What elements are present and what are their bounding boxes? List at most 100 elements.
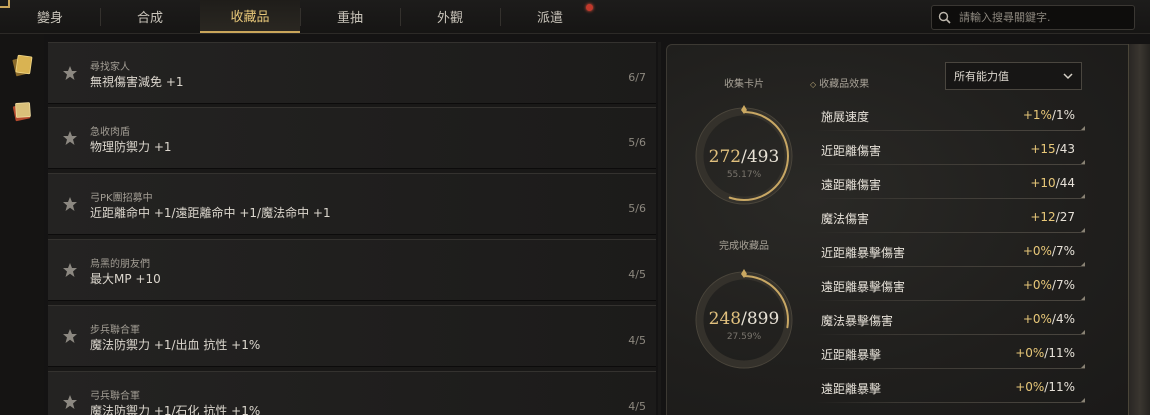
stat-value: +12/27 xyxy=(1030,210,1075,224)
collection-row[interactable]: 急收肉盾 物理防禦力 +1 5/6 xyxy=(48,107,656,169)
chevron-down-icon xyxy=(1063,72,1073,79)
collection-effect: 最大MP +10 xyxy=(90,272,161,286)
stat-label: 近距離暴擊傷害 xyxy=(821,246,906,260)
stat-row: 近距離暴擊傷害 +0%/7% xyxy=(815,237,1085,267)
stat-value: +1%/1% xyxy=(1022,108,1075,122)
collection-row[interactable]: 弓PK團招募中 近距離命中 +1/遠距離命中 +1/魔法命中 +1 5/6 xyxy=(48,173,656,235)
row-divider xyxy=(815,164,1085,165)
collection-name: 急收肉盾 xyxy=(90,127,130,138)
collection-row[interactable]: 烏黑的朋友們 最大MP +10 4/5 xyxy=(48,239,656,301)
corner-mark xyxy=(1081,160,1085,164)
collection-name: 弓兵聯合軍 xyxy=(90,391,140,402)
collection-name: 弓PK團招募中 xyxy=(90,193,153,204)
row-divider xyxy=(815,198,1085,199)
collection-effect: 無視傷害減免 +1 xyxy=(90,75,184,89)
collection-progress: 4/5 xyxy=(628,268,646,281)
search-icon xyxy=(938,11,951,24)
cards-percent: 55.17% xyxy=(726,170,762,180)
corner-mark xyxy=(1081,228,1085,232)
notification-dot xyxy=(586,4,593,11)
collection-effect: 魔法防禦力 +1/出血 抗性 +1% xyxy=(90,338,261,352)
stat-label: 近距離傷害 xyxy=(821,144,882,158)
tab-collection[interactable]: 收藏品 xyxy=(200,0,300,33)
collection-progress: 5/6 xyxy=(628,202,646,215)
collection-name: 尋找家人 xyxy=(90,62,130,73)
row-divider xyxy=(815,266,1085,267)
favorite-star-icon[interactable] xyxy=(62,196,78,212)
corner-mark xyxy=(1081,330,1085,334)
stat-row: 施展速度 +1%/1% xyxy=(815,101,1085,131)
stat-label: 遠距離傷害 xyxy=(821,178,882,192)
collection-progress: 5/6 xyxy=(628,136,646,149)
stat-value: +0%/7% xyxy=(1022,244,1075,258)
cards-label: 收集卡片 xyxy=(724,79,764,90)
collection-row[interactable]: 弓兵聯合軍 魔法防禦力 +1/石化 抗性 +1% 4/5 xyxy=(48,371,656,415)
collection-row[interactable]: 步兵聯合軍 魔法防禦力 +1/出血 抗性 +1% 4/5 xyxy=(48,305,656,367)
list-scrollbar[interactable] xyxy=(658,42,661,415)
stat-value: +0%/7% xyxy=(1022,278,1075,292)
corner-mark xyxy=(1081,398,1085,402)
search-input[interactable] xyxy=(957,10,1131,25)
favorite-star-icon[interactable] xyxy=(62,394,78,410)
favorite-star-icon[interactable] xyxy=(62,65,78,81)
stat-filter-dropdown[interactable]: 所有能力值 xyxy=(945,62,1082,90)
tab-reroll[interactable]: 重抽 xyxy=(300,0,400,33)
corner-mark xyxy=(1081,262,1085,266)
stat-row: 魔法暴擊傷害 +0%/4% xyxy=(815,305,1085,335)
collection-name: 步兵聯合軍 xyxy=(90,325,140,336)
stat-value: +10/44 xyxy=(1030,176,1075,190)
row-divider xyxy=(815,232,1085,233)
collection-effect: 近距離命中 +1/遠距離命中 +1/魔法命中 +1 xyxy=(90,206,331,220)
stat-row: 近距離暴擊 +0%/11% xyxy=(815,339,1085,369)
collection-row[interactable]: 尋找家人 無視傷害減免 +1 6/7 xyxy=(48,42,656,104)
search-box[interactable] xyxy=(931,5,1135,30)
tab-synthesis[interactable]: 合成 xyxy=(100,0,200,33)
favorite-star-icon[interactable] xyxy=(62,328,78,344)
stat-label: 魔法暴擊傷害 xyxy=(821,314,894,328)
collection-name: 烏黑的朋友們 xyxy=(90,259,150,270)
row-divider xyxy=(815,334,1085,335)
completed-label: 完成收藏品 xyxy=(719,241,769,252)
book-icon[interactable] xyxy=(9,98,35,124)
stat-value: +0%/11% xyxy=(1015,346,1075,360)
corner-mark xyxy=(1081,296,1085,300)
completed-percent: 27.59% xyxy=(726,332,762,342)
stat-value: +0%/11% xyxy=(1015,380,1075,394)
tab-transform[interactable]: 變身 xyxy=(0,0,100,33)
completed-count: 248/899 xyxy=(708,309,780,329)
stat-label: 近距離暴擊 xyxy=(821,348,882,362)
favorite-star-icon[interactable] xyxy=(62,262,78,278)
stat-label: 魔法傷害 xyxy=(821,212,870,226)
dropdown-selected-value: 所有能力值 xyxy=(954,70,1009,83)
diamond-icon: ◇ xyxy=(810,80,817,89)
tab-appearance[interactable]: 外觀 xyxy=(400,0,500,33)
collection-progress: 6/7 xyxy=(628,71,646,84)
corner-mark xyxy=(1081,194,1085,198)
row-divider xyxy=(815,300,1085,301)
stat-row: 遠距離暴擊 +0%/11% xyxy=(815,373,1085,403)
effects-title: ◇ 收藏品效果 xyxy=(810,79,870,90)
row-divider xyxy=(815,368,1085,369)
collection-progress: 4/5 xyxy=(628,334,646,347)
stat-value: +0%/4% xyxy=(1022,312,1075,326)
collection-effect: 魔法防禦力 +1/石化 抗性 +1% xyxy=(90,404,261,415)
tab-dispatch[interactable]: 派遣 xyxy=(500,0,600,33)
cards-count: 272/493 xyxy=(708,147,780,167)
collection-effect: 物理防禦力 +1 xyxy=(90,140,172,154)
collection-progress: 4/5 xyxy=(628,400,646,413)
collection-screen: 變身 合成 收藏品 重抽 外觀 派遣 請輸入搜尋關鍵字. 尋找家人 無視傷害減免… xyxy=(0,0,1150,415)
stat-label: 遠距離暴擊 xyxy=(821,382,882,396)
stat-value: +15/43 xyxy=(1030,142,1075,156)
corner-mark xyxy=(1081,364,1085,368)
corner-mark xyxy=(1081,126,1085,130)
top-tab-bar: 變身 合成 收藏品 重抽 外觀 派遣 xyxy=(0,0,1150,34)
favorite-star-icon[interactable] xyxy=(62,130,78,146)
row-divider xyxy=(815,402,1085,403)
frame-border-deco xyxy=(1128,44,1150,415)
stat-label: 施展速度 xyxy=(821,110,870,124)
stat-row: 遠距離傷害 +10/44 xyxy=(815,169,1085,199)
stat-row: 近距離傷害 +15/43 xyxy=(815,135,1085,165)
stat-row: 遠距離暴擊傷害 +0%/7% xyxy=(815,271,1085,301)
stat-row: 魔法傷害 +12/27 xyxy=(815,203,1085,233)
card-stack-icon[interactable] xyxy=(9,52,35,78)
